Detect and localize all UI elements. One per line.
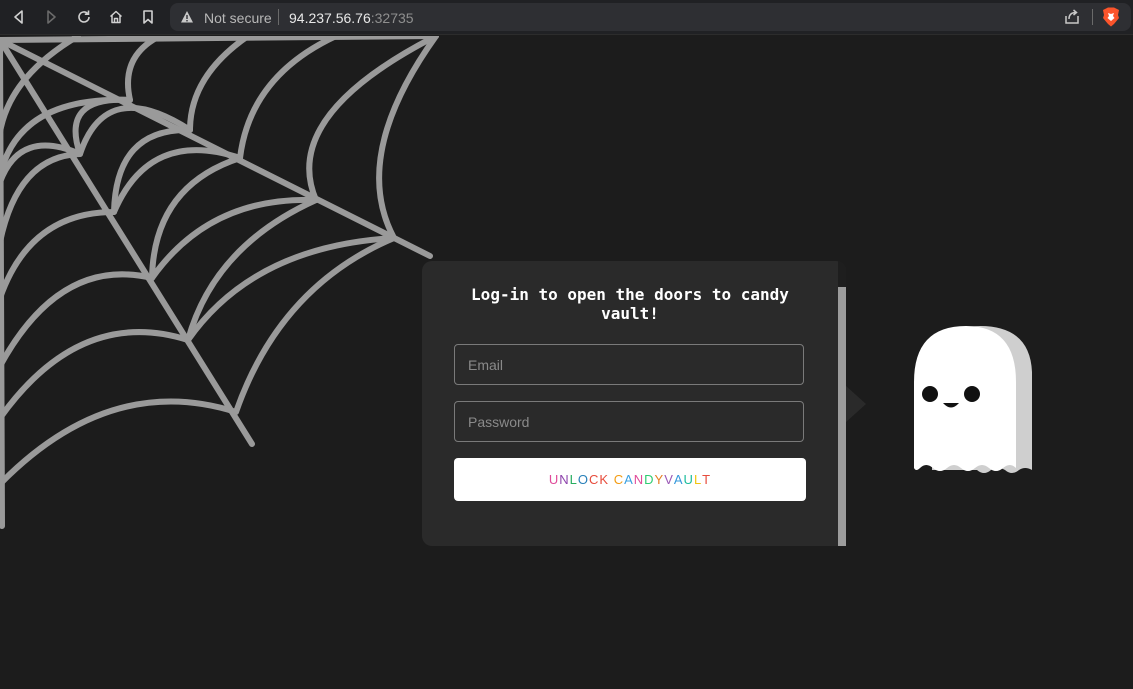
back-icon[interactable] [7, 6, 31, 28]
unlock-button-letter: K [599, 472, 610, 487]
home-icon[interactable] [104, 6, 128, 28]
reload-icon[interactable] [72, 6, 96, 28]
security-status[interactable]: Not secure [204, 10, 272, 26]
unlock-button-letter: N [633, 472, 645, 487]
browser-toolbar: Not secure 94.237.56.76:32735 [0, 0, 1133, 35]
unlock-button-letter: L [693, 472, 703, 487]
unlock-button-letter: V [664, 472, 674, 487]
unlock-button-letter: U [683, 472, 694, 487]
ghost-illustration [914, 326, 1032, 473]
unlock-button-letter: L [569, 472, 578, 487]
unlock-button-letter: A [624, 472, 634, 487]
url-text[interactable]: 94.237.56.76:32735 [289, 10, 414, 26]
url-host: 94.237.56.76 [289, 10, 371, 26]
ghost-right-eye [964, 386, 980, 402]
unlock-candyvault-button[interactable]: UNLOCK CANDYVAULT [454, 458, 806, 501]
unlock-button-letter: Y [654, 472, 665, 487]
unlock-button-letter: N [559, 472, 570, 487]
toolbar-divider [1092, 9, 1093, 25]
unlock-button-letter: O [577, 472, 589, 487]
brave-lion-icon[interactable] [1102, 7, 1120, 27]
forward-icon[interactable] [39, 6, 63, 28]
unlock-button-letter: C [613, 472, 625, 487]
unlock-button-letter: D [644, 472, 655, 487]
warning-icon[interactable] [180, 10, 194, 24]
unlock-button-letter: U [548, 472, 560, 487]
login-title: Log-in to open the doors to candy vault! [471, 285, 789, 323]
card-scrollbar[interactable] [838, 287, 846, 546]
bookmark-icon[interactable] [136, 6, 160, 28]
unlock-button-letter: A [673, 472, 684, 487]
unlock-button-letter: C [589, 472, 600, 487]
login-card: Log-in to open the doors to candy vault!… [422, 261, 846, 546]
email-field[interactable] [454, 344, 804, 385]
card-edge [838, 261, 846, 287]
password-field[interactable] [454, 401, 804, 442]
address-bar[interactable]: Not secure 94.237.56.76:32735 [170, 3, 1131, 31]
card-pointer [846, 386, 866, 422]
ghost-left-eye [922, 386, 938, 402]
address-divider [278, 9, 279, 25]
share-icon[interactable] [1063, 8, 1081, 26]
unlock-button-letter: T [702, 472, 712, 487]
url-port: :32735 [370, 10, 414, 26]
